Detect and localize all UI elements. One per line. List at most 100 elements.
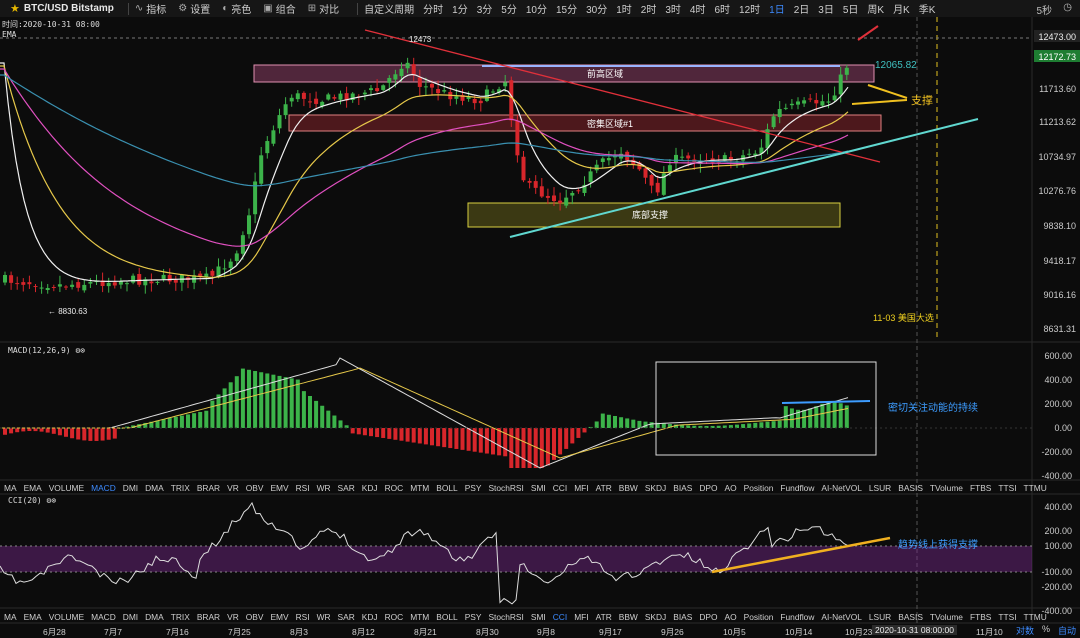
indicator-tab-ttmu[interactable]: TTMU [1024,483,1047,493]
indicator-tab-roc[interactable]: ROC [385,483,404,493]
macd-histogram-bar [320,405,325,428]
indicator-tab-bbw[interactable]: BBW [619,483,638,493]
macd-histogram-bar [606,414,611,428]
indicator-tab-position[interactable]: Position [744,612,774,622]
indicator-tab-atr[interactable]: ATR [596,612,612,622]
candle-body [301,92,306,99]
indicator-tab-psy[interactable]: PSY [465,612,482,622]
candle-body [149,281,154,284]
macd-histogram-bar [222,388,227,428]
indicator-tab-ao[interactable]: AO [725,612,737,622]
indicator-tab-roc[interactable]: ROC [385,612,404,622]
indicator-tab-brar[interactable]: BRAR [197,483,220,493]
indicator-tab-mtm[interactable]: MTM [410,612,429,622]
indicator-tab-bias[interactable]: BIAS [673,483,692,493]
macd-histogram-bar [625,418,630,428]
indicator-tab-emv[interactable]: EMV [270,612,288,622]
indicator-tab-dma[interactable]: DMA [145,483,164,493]
indicator-tab-ema[interactable]: EMA [24,612,42,622]
indicator-tab-lsur[interactable]: LSUR [869,612,891,622]
macd-histogram-bar [204,410,209,428]
candle-body [472,98,477,104]
candle-body [405,62,410,69]
macd-histogram-bar [259,372,264,428]
indicator-tab-fundflow[interactable]: Fundflow [780,612,814,622]
indicator-tab-bias[interactable]: BIAS [673,612,692,622]
indicator-tab-ai-netvol[interactable]: AI-NetVOL [821,483,862,493]
indicator-tab-dmi[interactable]: DMI [123,612,138,622]
indicator-tab-dmi[interactable]: DMI [123,483,138,493]
indicator-tab-ma[interactable]: MA [4,612,17,622]
indicator-tab-boll[interactable]: BOLL [436,483,457,493]
indicator-tab-kdj[interactable]: KDJ [362,483,378,493]
macd-histogram-bar [283,377,288,428]
indicator-tab-ema[interactable]: EMA [24,483,42,493]
indicator-tab-macd[interactable]: MACD [91,483,116,493]
indicator-tab-tvolume[interactable]: TVolume [930,612,963,622]
indicator-tab-trix[interactable]: TRIX [171,483,190,493]
log-scale-button[interactable]: 对数 [1016,624,1034,637]
indicator-tab-position[interactable]: Position [744,483,774,493]
indicator-tab-bbw[interactable]: BBW [619,612,638,622]
indicator-tab-emv[interactable]: EMV [270,483,288,493]
indicator-tab-sar[interactable]: SAR [338,483,355,493]
indicator-tab-brar[interactable]: BRAR [197,612,220,622]
indicator-tab-smi[interactable]: SMI [531,612,546,622]
indicator-tab-stochrsi[interactable]: StochRSI [488,612,523,622]
indicator-tab-skdj[interactable]: SKDJ [645,612,666,622]
indicator-tab-vr[interactable]: VR [227,483,239,493]
macd-histogram-bar [301,391,306,428]
indicator-tab-basis[interactable]: BASIS [898,483,923,493]
price-label: 10734.97 [1038,152,1076,162]
indicator-tab-ttsi[interactable]: TTSI [998,483,1016,493]
indicator-tab-wr[interactable]: WR [317,612,331,622]
indicator-tab-psy[interactable]: PSY [465,483,482,493]
indicator-tab-dma[interactable]: DMA [145,612,164,622]
candle-body [454,96,459,99]
indicator-tab-lsur[interactable]: LSUR [869,483,891,493]
macd-histogram-bar [442,428,447,448]
indicator-tab-volume[interactable]: VOLUME [49,612,84,622]
indicator-tab-wr[interactable]: WR [317,483,331,493]
candle-body [289,97,294,102]
indicator-tab-obv[interactable]: OBV [246,612,264,622]
indicator-tab-smi[interactable]: SMI [531,483,546,493]
indicator-tab-stochrsi[interactable]: StochRSI [488,483,523,493]
indicator-tab-dpo[interactable]: DPO [699,483,717,493]
indicator-tab-mfi[interactable]: MFI [574,483,588,493]
indicator-tab-ftbs[interactable]: FTBS [970,483,991,493]
indicator-tab-mtm[interactable]: MTM [410,483,429,493]
indicator-tab-kdj[interactable]: KDJ [362,612,378,622]
indicator-tab-sar[interactable]: SAR [338,612,355,622]
price-chart[interactable]: 12473.00 12172.73 11713.60 11213.62 10734.97… [0,0,1080,637]
auto-scale-button[interactable]: 自动 [1058,624,1076,637]
indicator-tab-ftbs[interactable]: FTBS [970,612,991,622]
indicator-tab-boll[interactable]: BOLL [436,612,457,622]
price-label: 9418.17 [1043,256,1076,266]
percent-scale-button[interactable]: % [1042,624,1050,637]
indicator-tab-rsi[interactable]: RSI [296,612,310,622]
indicator-tab-skdj[interactable]: SKDJ [645,483,666,493]
indicator-tab-fundflow[interactable]: Fundflow [780,483,814,493]
indicator-tab-ao[interactable]: AO [725,483,737,493]
indicator-tab-vr[interactable]: VR [227,612,239,622]
indicator-tab-ttmu[interactable]: TTMU [1024,612,1047,622]
indicator-tab-tvolume[interactable]: TVolume [930,483,963,493]
indicator-tab-ttsi[interactable]: TTSI [998,612,1016,622]
zone-previous-high-label: 前高区域 [587,68,623,79]
indicator-tab-trix[interactable]: TRIX [171,612,190,622]
indicator-tab-mfi[interactable]: MFI [574,612,588,622]
indicator-tab-cci[interactable]: CCI [553,612,567,622]
macd-histogram-bar [338,420,343,428]
indicator-tab-rsi[interactable]: RSI [296,483,310,493]
indicator-tab-atr[interactable]: ATR [596,483,612,493]
indicator-tab-cci[interactable]: CCI [553,483,567,493]
indicator-tab-volume[interactable]: VOLUME [49,483,84,493]
indicator-tab-dpo[interactable]: DPO [699,612,717,622]
indicator-tab-macd[interactable]: MACD [91,612,116,622]
indicator-tab-obv[interactable]: OBV [246,483,264,493]
indicator-tab-ma[interactable]: MA [4,483,17,493]
candle-body [161,274,166,279]
indicator-tab-ai-netvol[interactable]: AI-NetVOL [821,612,862,622]
indicator-tab-basis[interactable]: BASIS [898,612,923,622]
